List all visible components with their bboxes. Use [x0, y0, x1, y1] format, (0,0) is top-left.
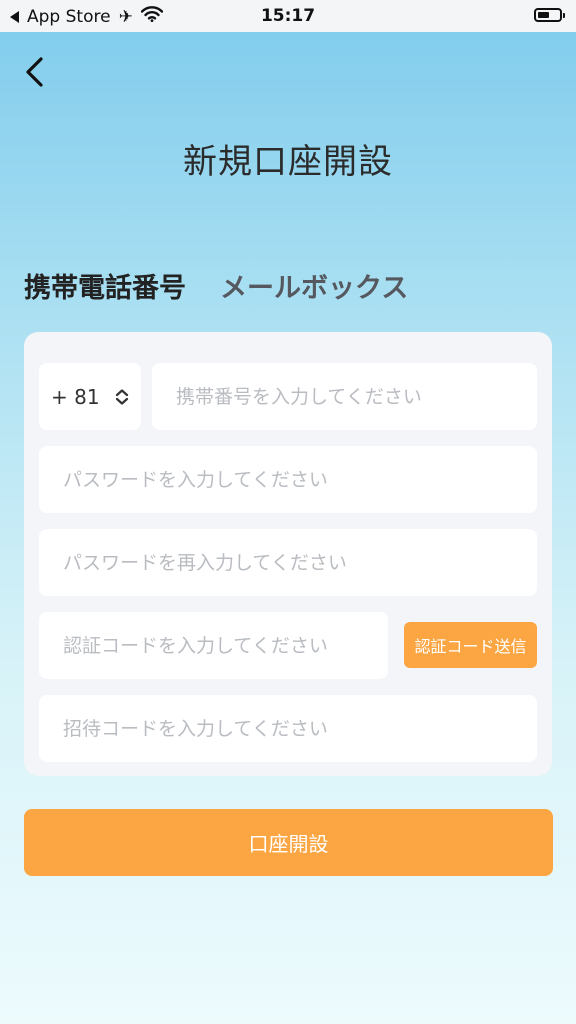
verification-code-field: [39, 612, 388, 679]
page-title: 新規口座開設: [183, 142, 393, 182]
status-time: 15:17: [260, 6, 316, 26]
open-account-button[interactable]: 口座開設: [24, 809, 553, 876]
password-confirm-field: [39, 529, 537, 596]
signup-method-tabs: 携帯電話番号 メールボックス: [24, 266, 408, 305]
country-code-value: + 81: [51, 384, 100, 409]
battery-level: [538, 12, 549, 18]
send-code-button[interactable]: 認証コード送信: [404, 622, 537, 668]
verification-code-input[interactable]: [39, 612, 388, 679]
country-code-select[interactable]: + 81: [39, 363, 141, 430]
tab-mailbox[interactable]: メールボックス: [220, 266, 408, 305]
back-button[interactable]: [18, 54, 52, 90]
signup-form-card: + 81 認証コード送信: [24, 332, 552, 776]
chevron-updown-icon: [115, 388, 129, 405]
password-field: [39, 446, 537, 513]
invite-code-field: [39, 695, 537, 762]
phone-input[interactable]: [152, 363, 537, 430]
chevron-left-icon: [26, 57, 43, 87]
status-bar: App Store ✈ 15:17: [0, 0, 576, 32]
password-confirm-input[interactable]: [39, 529, 537, 596]
invite-code-input[interactable]: [39, 695, 537, 762]
battery-icon: [534, 8, 565, 22]
phone-field: [152, 363, 537, 430]
tab-mobile-phone[interactable]: 携帯電話番号: [24, 266, 186, 305]
password-input[interactable]: [39, 446, 537, 513]
